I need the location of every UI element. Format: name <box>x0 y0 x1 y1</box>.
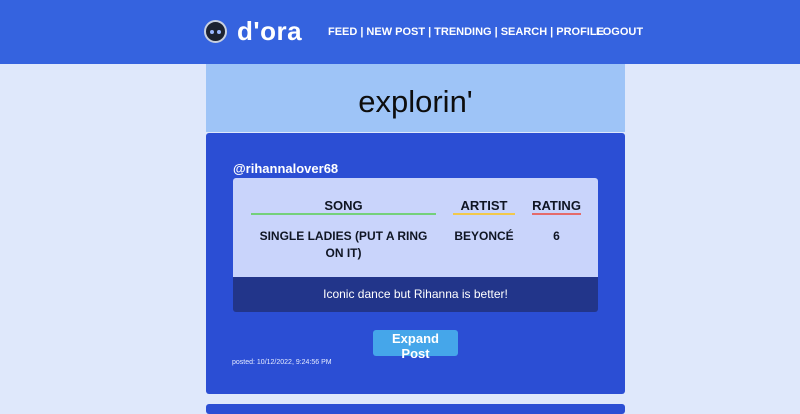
song-underline <box>251 213 436 215</box>
nav-item-search[interactable]: SEARCH <box>501 26 547 38</box>
nav-item-trending[interactable]: TRENDING <box>434 26 491 38</box>
rating-value: 6 <box>553 229 560 243</box>
song-title: SINGLE LADIES (PUT A RING ON IT) <box>259 229 428 260</box>
page-title: explorin' <box>358 84 473 119</box>
top-navbar: d'ora FEED | NEW POST | TRENDING | SEARCH | PROF… <box>0 0 800 64</box>
nav-separator: | <box>360 26 364 38</box>
brand-name: d'ora <box>237 16 303 46</box>
artist-name: BEYONCÉ <box>454 229 514 243</box>
post-card <box>206 404 625 414</box>
column-header-rating: RATING <box>532 198 581 213</box>
page-header: explorin' <box>206 64 625 132</box>
nav-separator: | <box>550 26 554 38</box>
posted-timestamp: posted: 10/12/2022, 9:24:56 PM <box>232 359 332 366</box>
song-table: SONG ARTIST RATING SINGLE LADIES (PUT A … <box>233 178 598 277</box>
nav-separator: | <box>428 26 432 38</box>
nav-item-feed[interactable]: FEED <box>328 26 357 38</box>
robot-face-icon <box>204 20 227 43</box>
post-card: @rihannalover68 SONG ARTIST RATING SINGL… <box>206 133 625 394</box>
column-header-artist: ARTIST <box>460 198 508 213</box>
brand[interactable]: d'ora <box>204 16 302 47</box>
post-caption: Iconic dance but Rihanna is better! <box>233 277 598 312</box>
expand-post-button[interactable]: Expand Post <box>373 330 458 361</box>
nav-item-new-post[interactable]: NEW POST <box>366 26 425 38</box>
artist-underline <box>453 213 515 215</box>
song-box: SONG ARTIST RATING SINGLE LADIES (PUT A … <box>233 178 598 312</box>
nav-separator: | <box>494 26 498 38</box>
nav-links: FEED | NEW POST | TRENDING | SEARCH | PROFILE <box>328 26 604 38</box>
rating-underline <box>532 213 581 215</box>
logout-link[interactable]: LOGOUT <box>596 26 643 38</box>
column-header-song: SONG <box>324 198 363 213</box>
post-username[interactable]: @rihannalover68 <box>233 161 338 176</box>
